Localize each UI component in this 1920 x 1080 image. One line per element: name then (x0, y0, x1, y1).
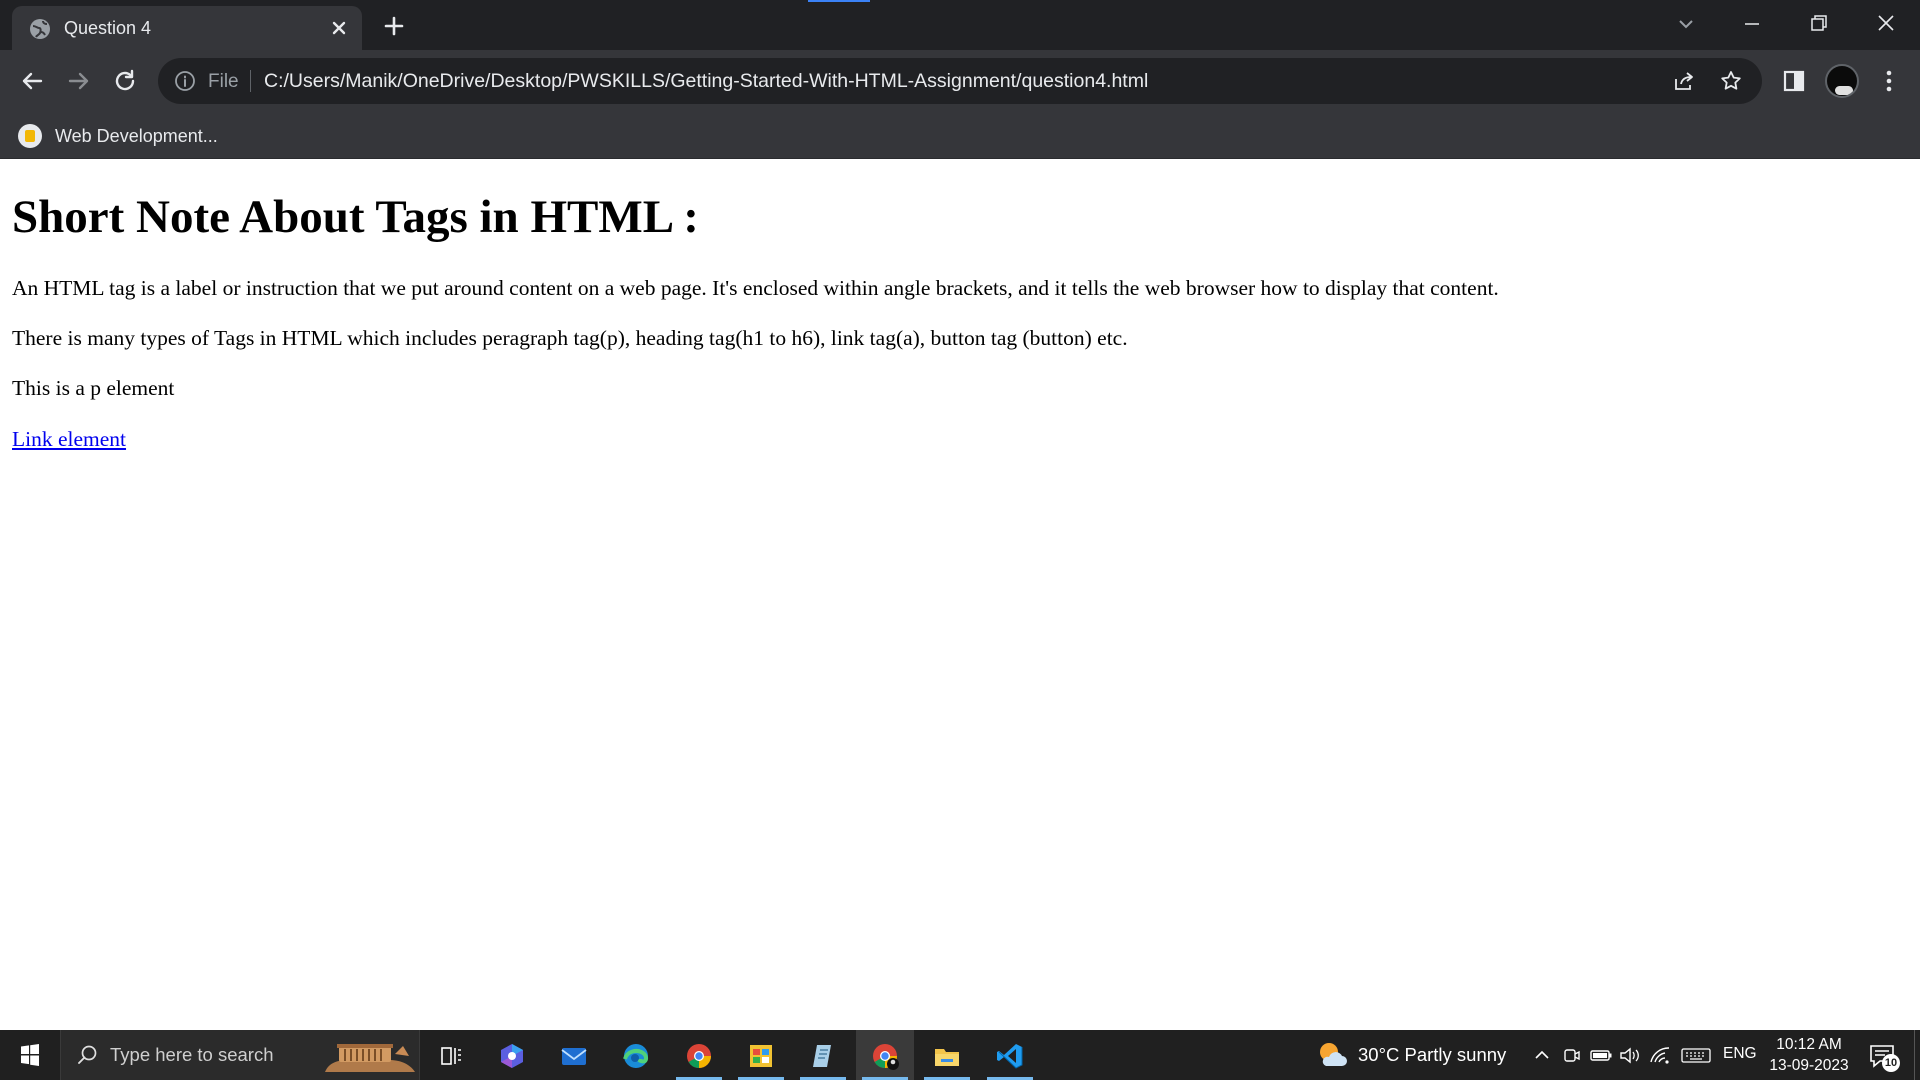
bookmark-favicon-icon (18, 124, 42, 148)
vscode-icon (997, 1044, 1023, 1069)
close-icon[interactable] (327, 16, 351, 40)
search-icon (78, 1045, 97, 1064)
show-desktop-button[interactable] (1914, 1030, 1915, 1080)
arrow-left-icon[interactable] (17, 66, 47, 96)
taskbar-weather[interactable]: 30°C Partly sunny (1316, 1040, 1516, 1070)
close-window-icon[interactable] (1870, 10, 1902, 38)
minimize-icon[interactable] (1736, 10, 1768, 38)
chevron-up-icon[interactable] (1530, 1044, 1554, 1066)
address-separator (250, 70, 251, 92)
partly-sunny-icon (1320, 1043, 1347, 1066)
notification-badge: 10 (1882, 1054, 1900, 1072)
browser-tab[interactable]: Question 4 (12, 6, 362, 50)
weather-text: 30°C Partly sunny (1358, 1044, 1507, 1065)
chevron-down-icon[interactable] (1670, 10, 1702, 38)
kebab-menu-icon[interactable] (1875, 67, 1903, 95)
taskbar-app-mail[interactable] (545, 1030, 603, 1080)
file-explorer-icon (935, 1049, 959, 1066)
star-icon[interactable] (1719, 69, 1743, 93)
side-panel-icon[interactable] (1780, 67, 1808, 95)
taskbar-clock[interactable]: 10:12 AM 13-09-2023 (1762, 1034, 1856, 1076)
taskbar-app-task-view[interactable] (422, 1030, 480, 1080)
taskbar-search-box[interactable]: Type here to search (60, 1030, 420, 1080)
clock-time: 10:12 AM (1776, 1036, 1842, 1053)
url-scheme-label: File (208, 71, 239, 92)
page-heading: Short Note About Tags in HTML : (12, 191, 699, 243)
taskbar-app-file-explorer[interactable] (918, 1030, 976, 1080)
wifi-icon[interactable] (1648, 1044, 1672, 1066)
globe-icon (30, 19, 50, 39)
taskbar-app-chrome-profile[interactable] (856, 1030, 914, 1080)
chrome-profile-icon (873, 1044, 899, 1070)
taskbar-app-chrome[interactable] (670, 1030, 728, 1080)
link-element[interactable]: Link element (12, 427, 126, 452)
chrome-icon (687, 1044, 711, 1068)
paragraph-html-tag-definition: An HTML tag is a label or instruction th… (12, 276, 1499, 300)
paragraph-p-element: This is a p element (12, 376, 175, 400)
share-icon[interactable] (1672, 69, 1696, 93)
keyboard-icon[interactable] (1680, 1044, 1712, 1066)
battery-icon[interactable] (1589, 1044, 1613, 1066)
mail-icon (561, 1048, 587, 1065)
loading-indicator (808, 0, 870, 2)
url-text[interactable]: C:/Users/Manik/OneDrive/Desktop/PWSKILLS… (264, 70, 1148, 93)
windows-taskbar: Type here to search 30°C Partly sunny EN… (0, 1030, 1920, 1080)
taskbar-app-vscode[interactable] (981, 1030, 1039, 1080)
search-placeholder: Type here to search (110, 1044, 274, 1065)
store-icon (750, 1045, 772, 1067)
address-bar[interactable]: File C:/Users/Manik/OneDrive/Desktop/PWS… (158, 58, 1762, 104)
taskbar-app-store[interactable] (732, 1030, 790, 1080)
volume-icon[interactable] (1618, 1044, 1642, 1066)
taskbar-app-notepad[interactable] (794, 1030, 852, 1080)
taskbar-app-edge[interactable] (607, 1030, 665, 1080)
bookmark-label: Web Development... (55, 126, 218, 146)
avatar-cloud (1835, 86, 1853, 95)
arrow-right-icon[interactable] (64, 66, 94, 96)
tab-title: Question 4 (64, 18, 152, 38)
restore-icon[interactable] (1802, 10, 1834, 38)
task-view-icon (441, 1047, 461, 1065)
language-indicator[interactable]: ENG (1723, 1045, 1757, 1063)
windows-start-icon[interactable] (0, 1030, 60, 1080)
search-highlight-illustration-icon (325, 1044, 415, 1072)
info-icon[interactable] (174, 70, 196, 92)
browser-toolbar: File C:/Users/Manik/OneDrive/Desktop/PWS… (0, 50, 1920, 112)
tab-strip: Question 4 (0, 0, 1920, 50)
edge-icon (623, 1044, 649, 1068)
plus-icon[interactable] (380, 12, 408, 40)
reload-icon[interactable] (110, 66, 140, 96)
taskbar-app-copilot[interactable] (483, 1030, 541, 1080)
bookmarks-bar: Web Development... (0, 112, 1920, 159)
notepad-icon (813, 1045, 831, 1067)
copilot-icon (501, 1044, 523, 1068)
page-content: Short Note About Tags in HTML : An HTML … (0, 160, 1920, 1030)
notification-center[interactable]: 10 (1866, 1040, 1900, 1072)
meet-now-icon[interactable] (1560, 1044, 1584, 1066)
clock-date: 13-09-2023 (1769, 1057, 1849, 1074)
paragraph-tag-types: There is many types of Tags in HTML whic… (12, 326, 1128, 350)
avatar[interactable] (1825, 64, 1859, 98)
